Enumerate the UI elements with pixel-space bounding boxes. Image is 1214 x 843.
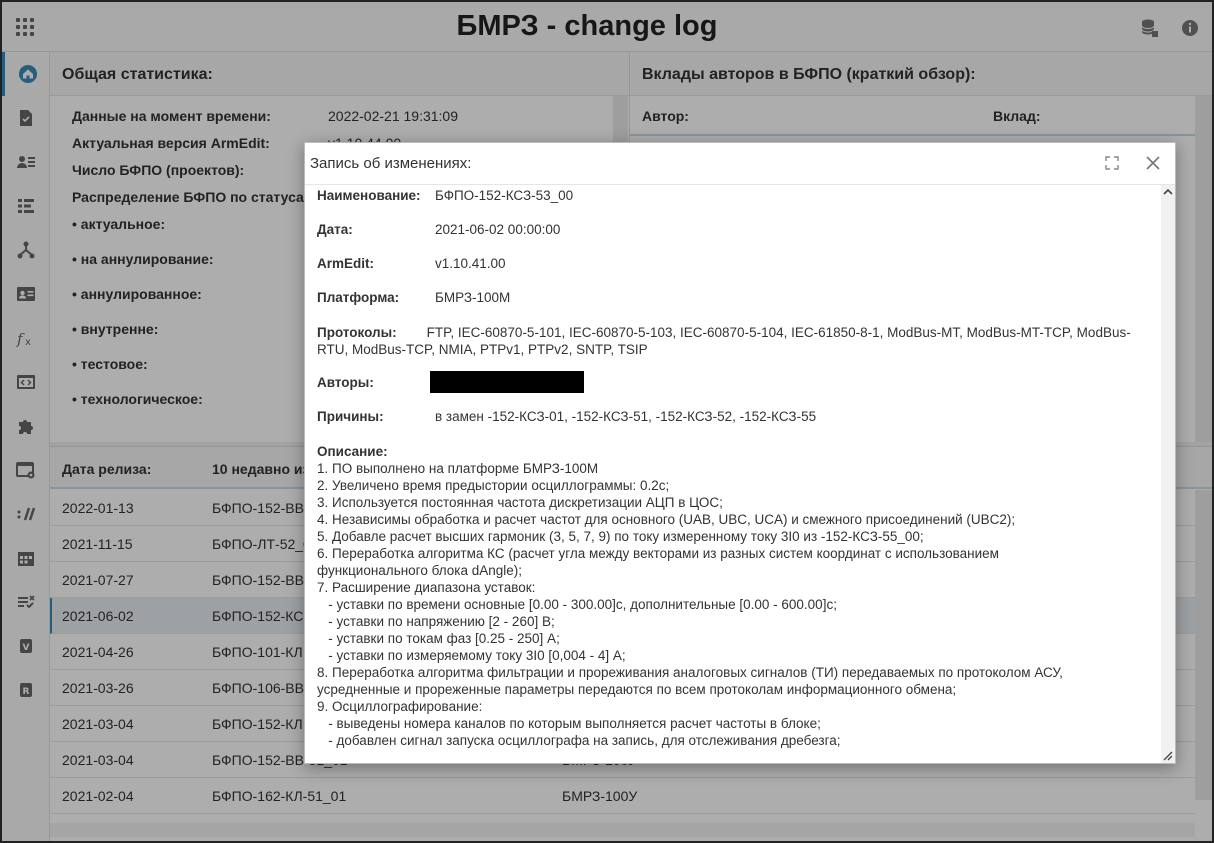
description-line: 4. Независимы обработка и расчет частот … bbox=[317, 512, 1016, 527]
field-protocols: Протоколы: FTP, IEC-60870-5-101, IEC-6087… bbox=[317, 324, 1147, 358]
field-label: Наименование: bbox=[317, 188, 421, 203]
field-value: 2021-06-02 00:00:00 bbox=[435, 222, 561, 237]
dialog-body: Наименование: БФПО-152-КСЗ-53_00 Дата: 2… bbox=[305, 185, 1161, 763]
description-line: - выведены номера каналов по которым вып… bbox=[317, 716, 821, 731]
scroll-up-icon[interactable] bbox=[1161, 185, 1175, 199]
description-line: - уставки по напряжению [2 - 260] В; bbox=[317, 614, 555, 629]
description-line: - уставки по времени основные [0.00 - 30… bbox=[317, 597, 837, 612]
description-line: 8. Переработка алгоритма фильтрации и пр… bbox=[317, 665, 1063, 680]
field-name: Наименование: БФПО-152-КСЗ-53_00 bbox=[317, 188, 573, 203]
field-label: Протоколы: bbox=[317, 325, 397, 340]
description-line: усредненные и прореженные параметры пере… bbox=[317, 682, 957, 697]
field-date: Дата: 2021-06-02 00:00:00 bbox=[317, 222, 560, 237]
description-line: 7. Расширение диапазона уставок: bbox=[317, 580, 536, 595]
field-value: FTP, IEC-60870-5-101, IEC-60870-5-103, I… bbox=[317, 325, 1131, 357]
maximize-icon[interactable] bbox=[1104, 155, 1122, 173]
description-line: - уставки по измеряемому току 3I0 [0,004… bbox=[317, 648, 626, 663]
description-line: 5. Добавле расчет высших гармоник (3, 5,… bbox=[317, 529, 924, 544]
field-value: БМРЗ-100М bbox=[435, 290, 511, 305]
close-icon[interactable] bbox=[1145, 155, 1163, 173]
description-line: функционального блока dAngle); bbox=[317, 563, 522, 578]
field-reasons: Причины: в замен -152-КСЗ-01, -152-КСЗ-5… bbox=[317, 409, 816, 424]
description-line: 6. Переработка алгоритма КС (расчет угла… bbox=[317, 546, 999, 561]
dialog-header: Запись об изменениях: bbox=[305, 143, 1175, 185]
redacted-authors bbox=[430, 371, 584, 393]
app-window: БМРЗ - change log fx V R Общая статистик… bbox=[0, 0, 1214, 843]
field-authors: Авторы: bbox=[317, 375, 374, 390]
resize-grip-icon[interactable] bbox=[1161, 749, 1173, 761]
description-line: 9. Осциллографирование: bbox=[317, 699, 483, 714]
field-label: Описание: bbox=[317, 444, 388, 459]
field-description: Описание: 1. ПО выполнено на платформе Б… bbox=[317, 443, 1147, 749]
field-label: Авторы: bbox=[317, 375, 374, 390]
description-line: - добавлен сигнал запуска осциллографа н… bbox=[317, 733, 841, 748]
description-line: - уставки по токам фаз [0.25 - 250] А; bbox=[317, 631, 560, 646]
dialog-title: Запись об изменениях: bbox=[310, 155, 472, 172]
change-record-dialog: Запись об изменениях: Наименование: БФПО… bbox=[304, 142, 1176, 764]
field-platform: Платформа: БМРЗ-100М bbox=[317, 290, 510, 305]
field-armedit: ArmEdit: v1.10.41.00 bbox=[317, 256, 506, 271]
field-label: ArmEdit: bbox=[317, 256, 374, 271]
field-value: v1.10.41.00 bbox=[435, 256, 506, 271]
dialog-scrollbar[interactable] bbox=[1161, 185, 1175, 763]
field-label: Дата: bbox=[317, 222, 353, 237]
description-line: 3. Используется постоянная частота дискр… bbox=[317, 495, 723, 510]
description-line: 2. Увеличено время предыстории осциллогр… bbox=[317, 478, 670, 493]
description-line: 1. ПО выполнено на платформе БМРЗ-100М bbox=[317, 461, 599, 476]
field-value: в замен -152-КСЗ-01, -152-КСЗ-51, -152-К… bbox=[435, 409, 817, 424]
field-label: Платформа: bbox=[317, 290, 400, 305]
field-label: Причины: bbox=[317, 409, 384, 424]
field-value: БФПО-152-КСЗ-53_00 bbox=[435, 188, 574, 203]
